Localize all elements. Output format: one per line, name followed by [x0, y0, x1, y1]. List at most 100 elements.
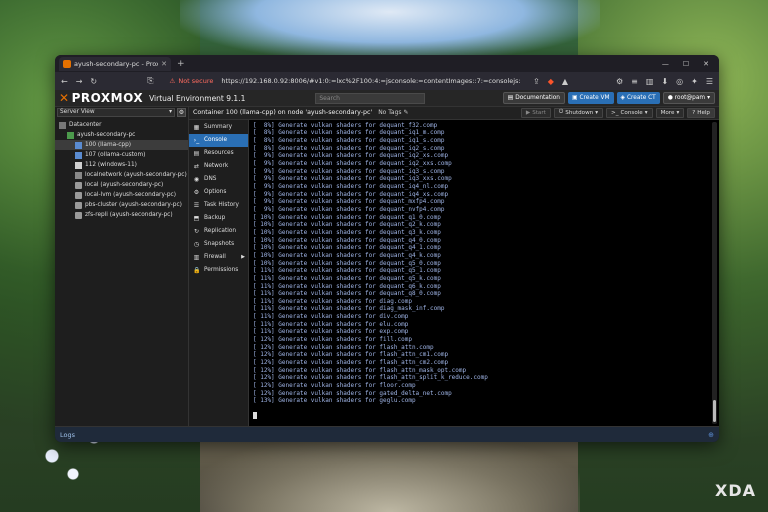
new-tab-button[interactable]: + [177, 59, 185, 69]
tree-node-label: Datacenter [69, 122, 102, 128]
menu-item-summary[interactable]: ▦ Summary [189, 121, 248, 134]
menu-icon[interactable]: ☰ [706, 77, 713, 86]
menu-item-replication[interactable]: ↻ Replication [189, 225, 248, 238]
search-input[interactable]: Search [315, 92, 426, 104]
view-selector[interactable]: Server View ▾ [57, 108, 175, 117]
menu-item-backup[interactable]: ⬒ Backup [189, 212, 248, 225]
menu-item-network[interactable]: ⇄ Network [189, 160, 248, 173]
container-actions: ▶ Start ⏻ Shutdown ▾ >_ Console ▾ More ▾ ? Help [520, 107, 715, 118]
tree-node[interactable]: local (ayush-secondary-pc) [55, 180, 188, 190]
extensions-icon[interactable]: ⚙ [616, 77, 623, 86]
tree-node-label: 107 (ollama-custom) [85, 152, 146, 158]
menu-item-label: Resources [204, 150, 234, 157]
header-buttons: ▤ Documentation ▣ Create VM ◈ Create CT ● ro… [502, 92, 715, 104]
permissions-icon: 🔒 [193, 266, 201, 274]
console-line: [ 11%] Generate vulkan shaders for dequa… [253, 267, 441, 275]
reading-list-icon[interactable]: ≡ [631, 77, 638, 86]
options-icon: ⚙ [193, 188, 200, 196]
console-line: [ 9%] Generate vulkan shaders for dequan… [253, 190, 449, 198]
proxmox-logo: ✕ PROXMOX [59, 91, 144, 105]
console-line: [ 10%] Generate vulkan shaders for dequa… [253, 251, 441, 259]
expand-logs-icon[interactable]: ⊕ [708, 431, 714, 439]
console-button[interactable]: >_ Console ▾ [606, 107, 653, 118]
shutdown-button[interactable]: ⏻ Shutdown ▾ [553, 107, 604, 118]
container-menu: ▦ Summary ›_ Console ▤ Resources ⇄ Network ◉ DNS ⚙… [189, 119, 249, 426]
minimize-icon[interactable]: — [662, 60, 669, 68]
tree-node-label: ayush-secondary-pc [77, 132, 136, 138]
leo-icon[interactable]: ✦ [691, 77, 698, 86]
downloads-icon[interactable]: ⬇ [661, 77, 668, 86]
console-line: [ 10%] Generate vulkan shaders for dequa… [253, 259, 441, 267]
gear-icon[interactable]: ⚙ [177, 108, 186, 117]
proxmox-app: ✕ PROXMOX Virtual Environment 9.1.1 Searc… [55, 90, 719, 442]
tree-node[interactable]: ayush-secondary-pc [55, 130, 188, 140]
console-line: [ 8%] Generate vulkan shaders for dequan… [253, 137, 445, 145]
tab-title: ayush-secondary-pc - Proxmox [74, 59, 159, 68]
sidebar-icon[interactable]: ▥ [646, 77, 654, 86]
tags-editor[interactable]: No Tags ✎ [378, 109, 408, 116]
console-line: [ 12%] Generate vulkan shaders for gated… [253, 389, 452, 397]
menu-item-firewall[interactable]: ▥ Firewall ▶ [189, 251, 248, 264]
tree-node[interactable]: 112 (windows-11) [55, 160, 188, 170]
help-button[interactable]: ? Help [687, 107, 715, 118]
security-indicator[interactable]: ⚠ Not secure [170, 77, 214, 85]
start-button[interactable]: ▶ Start [520, 107, 551, 118]
console-line: [ 8%] Generate vulkan shaders for dequan… [253, 121, 438, 129]
create-vm-button[interactable]: ▣ Create VM [567, 92, 614, 104]
console-line: [ 9%] Generate vulkan shaders for dequan… [253, 175, 452, 183]
tree-node[interactable]: 107 (ollama-custom) [55, 150, 188, 160]
terminal-console[interactable]: [ 8%] Generate vulkan shaders for dequan… [249, 119, 719, 426]
browser-tab[interactable]: ayush-secondary-pc - Proxmox ✕ [59, 56, 171, 71]
logs-panel[interactable]: Logs ⊕ [55, 426, 719, 442]
create-ct-button[interactable]: ◈ Create CT [616, 92, 660, 104]
menu-item-permissions[interactable]: 🔒 Permissions [189, 264, 248, 277]
brave-shield-icon[interactable]: ◆ [548, 77, 554, 86]
more-button[interactable]: More ▾ [655, 107, 685, 118]
reload-icon[interactable]: ↻ [90, 77, 97, 86]
console-line: [ 12%] Generate vulkan shaders for floor… [253, 382, 416, 390]
maximize-icon[interactable]: ☐ [683, 60, 689, 68]
xda-watermark: XDA [715, 481, 756, 500]
tree-node[interactable]: pbs-cluster (ayush-secondary-pc) [55, 200, 188, 210]
menu-item-console[interactable]: ›_ Console [189, 133, 248, 147]
store-icon [75, 181, 82, 189]
console-line: [ 9%] Generate vulkan shaders for dequan… [253, 205, 445, 213]
menu-item-options[interactable]: ⚙ Options [189, 186, 248, 199]
close-window-icon[interactable]: ✕ [703, 60, 709, 68]
menu-item-resources[interactable]: ▤ Resources [189, 147, 248, 160]
pve-header: ✕ PROXMOX Virtual Environment 9.1.1 Searc… [55, 90, 719, 107]
scrollbar-thumb[interactable] [713, 400, 716, 422]
terminal-cursor [253, 412, 257, 419]
chevron-down-icon: ▾ [169, 109, 172, 115]
replication-icon: ↻ [193, 227, 200, 235]
forward-icon[interactable]: → [76, 77, 83, 86]
menu-item-dns[interactable]: ◉ DNS [189, 173, 248, 186]
close-tab-icon[interactable]: ✕ [161, 60, 167, 68]
console-output: [ 8%] Generate vulkan shaders for dequan… [253, 122, 715, 405]
tree-node[interactable]: zfs-repli (ayush-secondary-pc) [55, 210, 188, 220]
user-menu-button[interactable]: ● root@pam ▾ [662, 92, 715, 104]
console-line: [ 13%] Generate vulkan shaders for geglu… [253, 397, 416, 405]
warning-icon: ⚠ [169, 77, 176, 85]
console-scrollbar[interactable] [712, 121, 717, 424]
tree-node[interactable]: Datacenter [55, 120, 188, 130]
documentation-button[interactable]: ▤ Documentation [502, 92, 565, 104]
url-field[interactable]: https://192.168.0.92:8006/#v1:0:=lxc%2F1… [221, 77, 525, 85]
bookmark-icon[interactable]: ⎘ [147, 76, 153, 86]
rewards-icon[interactable]: ▲ [562, 77, 568, 86]
menu-item-task-history[interactable]: ☰ Task History [189, 199, 248, 212]
wallet-icon[interactable]: ◎ [676, 77, 683, 86]
share-icon[interactable]: ⇪ [533, 77, 540, 86]
extensions-area: ⇪ ◆ ▲ ⚙ ≡ ▥ ⬇ ◎ ✦ ☰ [533, 77, 713, 86]
tree-node[interactable]: localnetwork (ayush-secondary-pc) [55, 170, 188, 180]
back-icon[interactable]: ← [61, 77, 68, 86]
net-icon [75, 171, 82, 179]
console-line: [ 12%] Generate vulkan shaders for flash… [253, 374, 488, 382]
tree-node[interactable]: 100 (llama-cpp) [55, 140, 188, 150]
menu-item-label: Snapshots [204, 241, 235, 248]
help-icon: ? [692, 109, 696, 116]
console-line: [ 11%] Generate vulkan shaders for diag.… [253, 297, 412, 305]
tree-node[interactable]: local-lvm (ayush-secondary-pc) [55, 190, 188, 200]
chevron-down-icon: ▾ [707, 95, 710, 101]
menu-item-snapshots[interactable]: ◷ Snapshots [189, 238, 248, 251]
